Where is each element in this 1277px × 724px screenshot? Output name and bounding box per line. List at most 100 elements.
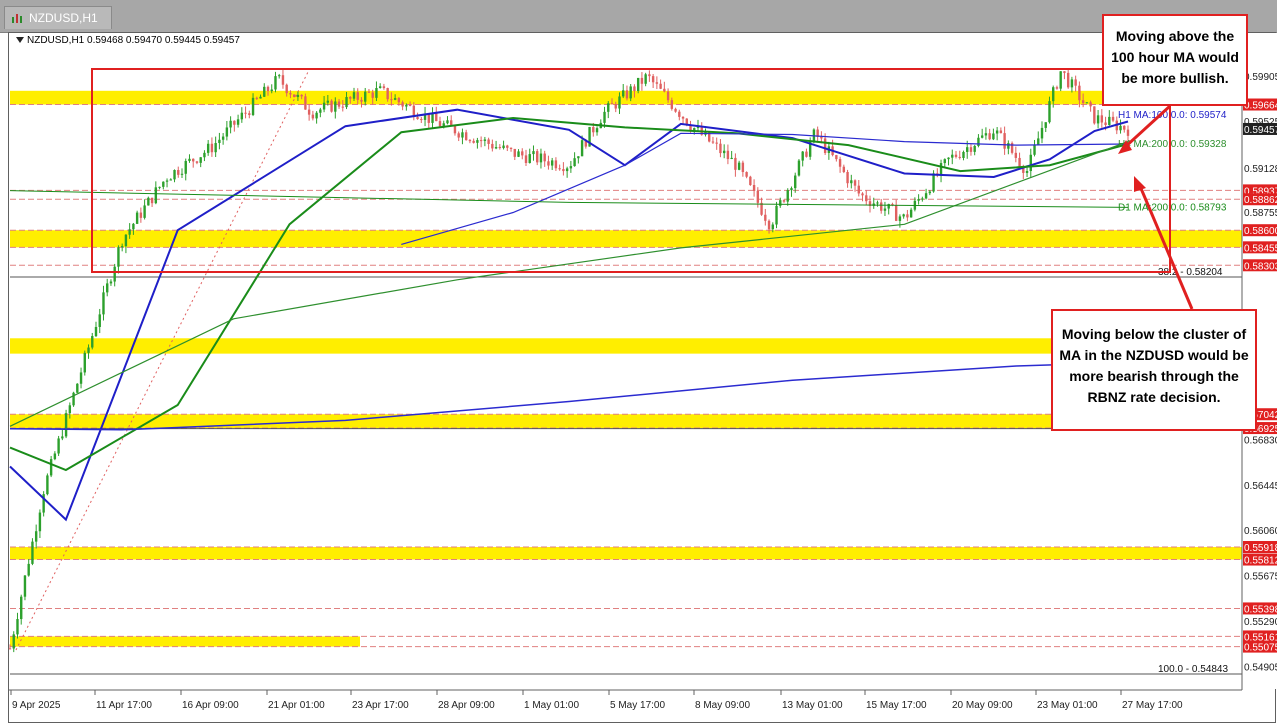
candle-body [1108,116,1111,126]
candle-body [569,166,573,169]
candle-body [539,153,543,163]
candle-body [334,101,337,112]
arrow-head [1134,176,1146,192]
candle-body [378,86,382,89]
dropdown-arrow-icon[interactable] [16,37,24,43]
candle-body [311,114,315,119]
time-tick-label: 21 Apr 01:00 [268,700,325,711]
moving-average-line [401,132,1129,245]
fib-trend-line [15,71,309,651]
candle-body [322,102,326,110]
candle-body [76,383,79,393]
candle-body [150,197,154,204]
candle-body [928,191,932,194]
candle-body [951,154,954,158]
candle-body [1085,102,1089,104]
candle-body [509,147,513,149]
candle-body [794,175,797,189]
candle-body [468,140,472,142]
candle-body [1089,102,1092,107]
price-label: 0.55075 [1244,643,1277,654]
candle-body [289,93,292,95]
candle-body [651,76,655,83]
candle-body [988,133,991,140]
candle-body [737,162,741,170]
candle-body [943,159,946,164]
candle-body [924,193,928,199]
candle-body [898,216,902,221]
candle-body [805,151,808,157]
price-label: 0.58600 [1244,226,1277,237]
candle-body [352,92,356,99]
annotation-bearish: Moving below the cluster of MA in the NZ… [1051,309,1257,431]
candle-body [405,104,408,107]
candle-body [1119,125,1122,131]
candle-body [801,151,804,161]
candle-body [894,205,898,221]
candle-body [644,74,647,84]
candle-body [154,187,158,204]
candle-body [1081,100,1085,104]
candle-body [431,113,434,123]
candle-body [124,234,128,247]
candle-body [790,188,793,191]
price-tick-label: 0.55675 [1244,572,1277,583]
candle-body [393,98,397,100]
candle-body [192,158,195,162]
candle-body [659,83,662,89]
candle-body [992,133,995,140]
candle-body [31,541,34,564]
candle-body [278,75,281,77]
candle-body [999,130,1003,134]
candle-body [648,74,651,77]
candle-body [218,139,221,144]
candle-body [233,120,236,125]
candle-body [83,352,86,373]
candle-body [636,77,640,92]
candle-body [266,86,270,92]
candle-body [326,100,330,103]
price-tick-label: 0.54905 [1244,663,1277,674]
candle-body [177,169,180,175]
candle-body [180,173,184,175]
candle-body [1096,115,1100,124]
price-tick-label: 0.56060 [1244,526,1277,537]
candle-body [1014,152,1018,158]
time-tick-label: 9 Apr 2025 [12,700,61,711]
candle-body [543,153,546,162]
candle-body [1066,72,1070,88]
candle-body [382,86,386,89]
candle-body [367,91,371,93]
candle-body [16,619,19,635]
candle-body [853,180,857,186]
candle-body [558,168,561,170]
candle-body [883,208,887,211]
candle-body [435,113,438,122]
candle-body [550,160,554,166]
candle-body [349,96,352,99]
candle-body [371,92,374,98]
candle-body [337,101,341,107]
candle-body [741,162,745,173]
candle-body [909,209,913,218]
price-tick-label: 0.56830 [1244,435,1277,446]
candle-body [94,326,98,337]
candle-body [820,136,823,139]
candle-body [1074,79,1077,86]
candle-body [106,283,109,293]
candle-body [386,88,389,100]
time-tick-label: 23 Apr 17:00 [352,700,409,711]
moving-average-label: H1 MA:100:0.0: 0.59574 [1118,110,1227,121]
candle-body [625,90,629,99]
candle-body [752,185,756,191]
candle-body [947,157,950,160]
candle-body [633,86,636,92]
candle-body [255,97,258,99]
candle-body [876,202,879,204]
candle-body [1052,87,1055,102]
candle-body [797,160,801,176]
price-label: 0.55918 [1244,543,1277,554]
candle-body [64,413,68,437]
candle-body [72,392,75,406]
price-tick-label: 0.56445 [1244,481,1277,492]
